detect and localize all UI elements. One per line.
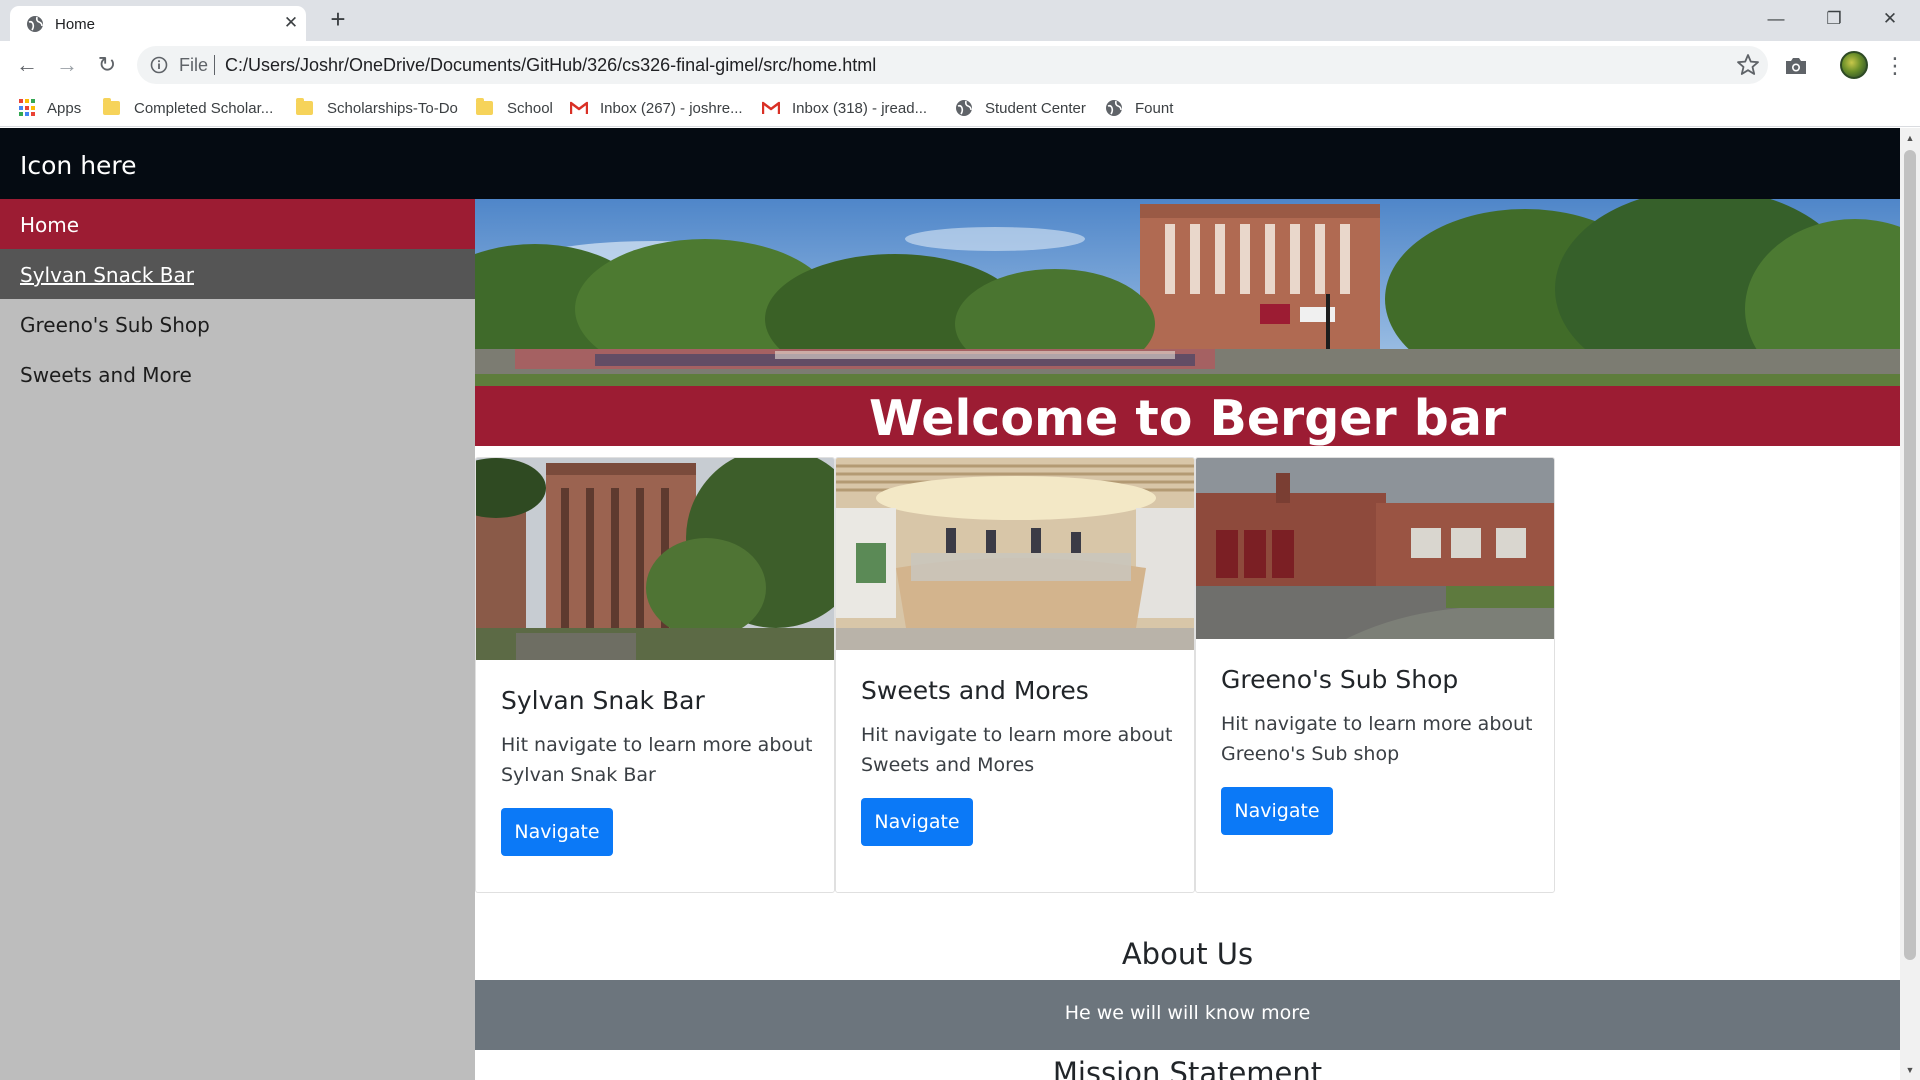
bookmark-inbox-jread[interactable]: Inbox (318) - jread... bbox=[762, 95, 927, 121]
bookmarks-bar: Apps Completed Scholar... Scholarships-T… bbox=[0, 89, 1920, 127]
bookmark-completed-scholarships[interactable]: Completed Scholar... bbox=[103, 95, 273, 121]
bookmark-label: Scholarships-To-Do bbox=[327, 99, 458, 117]
card-greenos: Greeno's Sub Shop Hit navigate to learn … bbox=[1195, 457, 1555, 893]
sylvan-building-image bbox=[476, 458, 834, 660]
back-button[interactable]: ← bbox=[13, 51, 41, 79]
card-text: Hit navigate to learn more about Sweets … bbox=[861, 724, 1173, 776]
tab-title: Home bbox=[55, 16, 96, 33]
card-title: Sylvan Snak Bar bbox=[501, 686, 705, 715]
globe-icon bbox=[1106, 100, 1122, 116]
camera-icon[interactable] bbox=[1784, 55, 1808, 77]
card-sylvan: Sylvan Snak Bar Hit navigate to learn mo… bbox=[475, 457, 835, 893]
card-title: Greeno's Sub Shop bbox=[1221, 665, 1459, 694]
sidebar-item-home[interactable]: Home bbox=[0, 199, 475, 249]
card-title: Sweets and Mores bbox=[861, 676, 1089, 705]
folder-icon bbox=[296, 98, 313, 115]
card-text: Hit navigate to learn more about Sylvan … bbox=[501, 734, 813, 786]
roots-cafe-image bbox=[836, 458, 1194, 650]
sidebar-item-greenos-sub-shop[interactable]: Greeno's Sub Shop bbox=[0, 299, 475, 349]
bookmark-inbox-joshre[interactable]: Inbox (267) - joshre... bbox=[570, 95, 743, 121]
address-bar[interactable]: File C:/Users/Joshr/OneDrive/Documents/G… bbox=[137, 46, 1768, 84]
bookmark-student-center[interactable]: Student Center bbox=[955, 95, 1086, 121]
main-content: Welcome to Berger bar Sylvan Snak Bar Hi… bbox=[475, 199, 1900, 1080]
bookmark-star-icon[interactable] bbox=[1735, 52, 1761, 78]
mission-statement-heading: Mission Statement bbox=[1052, 1056, 1323, 1080]
navigate-button[interactable]: Navigate bbox=[861, 798, 973, 846]
navigate-button[interactable]: Navigate bbox=[501, 808, 613, 856]
scroll-up-icon[interactable]: ▲ bbox=[1904, 132, 1916, 144]
sidebar-item-sweets-and-more[interactable]: Sweets and More bbox=[0, 349, 475, 399]
welcome-banner: Welcome to Berger bar bbox=[475, 386, 1900, 447]
globe-icon bbox=[27, 16, 43, 32]
sidebar-item-sylvan-snack-bar[interactable]: Sylvan Snack Bar bbox=[0, 249, 475, 299]
close-window-button[interactable]: ✕ bbox=[1862, 0, 1918, 38]
gmail-icon bbox=[570, 101, 588, 114]
tab-close-icon[interactable]: ✕ bbox=[282, 12, 300, 34]
sidebar: Home Sylvan Snack Bar Greeno's Sub Shop … bbox=[0, 199, 475, 1080]
browser-toolbar: ← → ↻ File C:/Users/Joshr/OneDrive/Docum… bbox=[0, 41, 1920, 89]
bookmark-apps[interactable]: Apps bbox=[19, 95, 81, 121]
apps-grid-icon bbox=[19, 99, 37, 117]
bookmark-school[interactable]: School bbox=[476, 95, 553, 121]
folder-icon bbox=[103, 98, 120, 115]
bookmark-scholarships-to-do[interactable]: Scholarships-To-Do bbox=[296, 95, 458, 121]
forward-button[interactable]: → bbox=[53, 51, 81, 79]
about-us-text: He we will will know more bbox=[1064, 1002, 1311, 1024]
page-scrollbar[interactable]: ▲ ▼ bbox=[1900, 128, 1920, 1080]
web-page: Icon here Home Sylvan Snack Bar Greeno's… bbox=[0, 128, 1920, 1080]
about-us-band: He we will will know more bbox=[475, 980, 1900, 1050]
globe-icon bbox=[956, 100, 972, 116]
about-us-heading: About Us bbox=[1121, 937, 1254, 971]
info-icon[interactable] bbox=[150, 56, 168, 74]
profile-avatar[interactable] bbox=[1840, 51, 1868, 79]
bookmark-label: Student Center bbox=[985, 99, 1086, 117]
card-text: Hit navigate to learn more about Greeno'… bbox=[1221, 713, 1533, 765]
bookmark-label: Apps bbox=[47, 99, 82, 117]
bookmark-label: Inbox (318) - jread... bbox=[792, 99, 928, 117]
brand-placeholder[interactable]: Icon here bbox=[20, 151, 137, 180]
bookmark-label: Inbox (267) - joshre... bbox=[600, 99, 743, 117]
restore-button[interactable]: ❐ bbox=[1806, 0, 1862, 38]
tab-strip: Home ✕ + — ❐ ✕ bbox=[0, 0, 1920, 41]
scroll-thumb[interactable] bbox=[1904, 150, 1916, 960]
gmail-icon bbox=[762, 101, 780, 114]
browser-tab[interactable]: Home ✕ bbox=[10, 6, 306, 41]
navigate-button[interactable]: Navigate bbox=[1221, 787, 1333, 835]
omnibox-divider bbox=[214, 55, 215, 75]
hero-campus-image bbox=[475, 199, 1900, 386]
card-sweets: Sweets and Mores Hit navigate to learn m… bbox=[835, 457, 1195, 893]
greenos-building-image bbox=[1196, 458, 1554, 639]
browser-menu-icon[interactable]: ⋮ bbox=[1884, 53, 1906, 79]
url-text[interactable]: C:/Users/Joshr/OneDrive/Documents/GitHub… bbox=[225, 55, 876, 76]
new-tab-button[interactable]: + bbox=[324, 6, 352, 34]
bookmark-fount[interactable]: Fount bbox=[1105, 95, 1173, 121]
site-navbar: Icon here bbox=[0, 128, 1900, 199]
welcome-heading: Welcome to Berger bar bbox=[868, 390, 1507, 447]
scroll-down-icon[interactable]: ▼ bbox=[1904, 1064, 1916, 1076]
folder-icon bbox=[476, 98, 493, 115]
reload-button[interactable]: ↻ bbox=[93, 51, 121, 79]
minimize-button[interactable]: — bbox=[1748, 0, 1804, 38]
scheme-label: File bbox=[179, 55, 209, 75]
bookmark-label: Completed Scholar... bbox=[134, 99, 274, 117]
bookmark-label: Fount bbox=[1135, 99, 1174, 117]
bookmark-label: School bbox=[507, 99, 553, 117]
